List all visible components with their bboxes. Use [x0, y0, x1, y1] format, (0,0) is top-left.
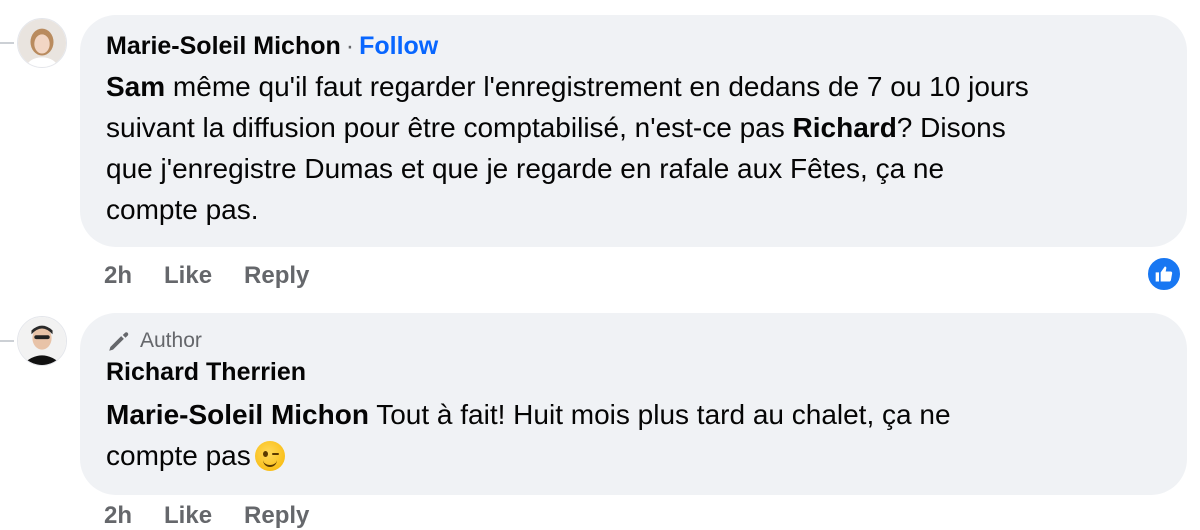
- author-badge-label: Author: [140, 329, 202, 352]
- comment-header: Marie-Soleil Michon · Follow: [106, 32, 1161, 66]
- comment-text-segment: ? Disons: [896, 112, 1006, 143]
- like-button[interactable]: Like: [164, 262, 212, 290]
- comment-bubble: Author Richard Therrien Marie-Soleil Mic…: [80, 313, 1187, 495]
- follow-button[interactable]: Follow: [359, 32, 438, 60]
- reply-button[interactable]: Reply: [244, 502, 309, 530]
- reply-button[interactable]: Reply: [244, 262, 309, 290]
- thread-connector: [0, 340, 14, 342]
- avatar-image: [18, 19, 66, 67]
- timestamp-link[interactable]: 2h: [104, 262, 132, 290]
- separator-dot: ·: [345, 32, 355, 60]
- thread-connector: [0, 42, 14, 44]
- pen-icon: [109, 332, 129, 351]
- mention-link[interactable]: Richard: [793, 112, 897, 143]
- comment-bubble: Marie-Soleil Michon · Follow Sam même qu'i…: [80, 15, 1187, 247]
- mention-link[interactable]: Sam: [106, 71, 165, 102]
- avatar[interactable]: [17, 316, 67, 366]
- comment-author-name[interactable]: Richard Therrien: [106, 358, 306, 386]
- avatar[interactable]: [17, 18, 67, 68]
- comment-author-name[interactable]: Marie-Soleil Michon: [106, 32, 341, 60]
- comment-text-segment: compte pas: [106, 440, 251, 471]
- thumbs-up-icon: [1155, 266, 1173, 282]
- comment-actions: 2h Like Reply: [104, 502, 309, 530]
- avatar-image: [18, 317, 66, 365]
- mention-link[interactable]: Marie-Soleil Michon: [106, 399, 369, 430]
- comment-text-segment: Tout à fait! Huit mois plus tard au chal…: [368, 399, 951, 430]
- comment-text-segment: compte pas.: [106, 194, 259, 225]
- reaction-badge[interactable]: [1146, 256, 1182, 292]
- comment-text-segment: suivant la diffusion pour être comptabil…: [106, 112, 793, 143]
- comment-text-segment: que j'enregistre Dumas et que je regarde…: [106, 153, 945, 184]
- timestamp-link[interactable]: 2h: [104, 502, 132, 530]
- comment-text: Sam même qu'il faut regarder l'enregistr…: [106, 66, 1161, 230]
- author-badge: Author: [106, 328, 1161, 354]
- winking-face-emoji: [254, 441, 285, 471]
- like-button[interactable]: Like: [164, 502, 212, 530]
- comment-actions: 2h Like Reply: [104, 262, 309, 290]
- comment-text-segment: même qu'il faut regarder l'enregistremen…: [165, 71, 1029, 102]
- comment-text: Marie-Soleil Michon Tout à fait! Huit mo…: [106, 394, 1161, 476]
